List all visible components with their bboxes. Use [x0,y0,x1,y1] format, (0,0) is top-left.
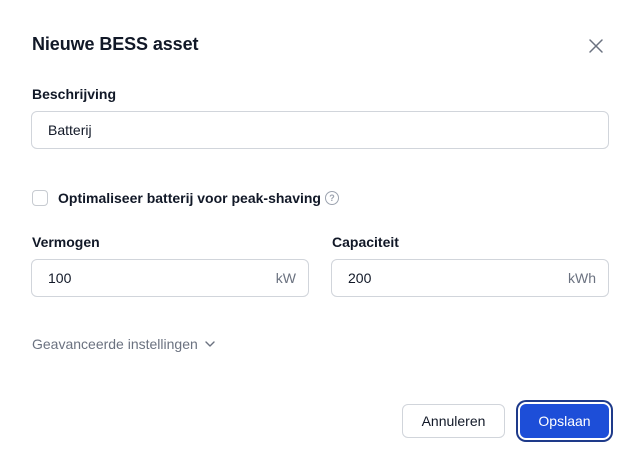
description-input[interactable]: Batterij [31,111,609,149]
advanced-settings-label: Geavanceerde instellingen [32,336,198,352]
description-label: Beschrijving [32,86,117,102]
capacity-value: 200 [348,270,372,286]
power-label: Vermogen [32,234,100,250]
capacity-label: Capaciteit [332,234,399,250]
capacity-input[interactable]: 200 kWh [331,259,609,297]
dialog-title: Nieuwe BESS asset [32,34,199,54]
question-circle-icon[interactable]: ? [324,191,339,205]
power-value: 100 [48,270,72,286]
save-button[interactable]: Opslaan [520,404,609,438]
peak-shaving-checkbox[interactable] [32,190,48,206]
close-icon [589,39,603,53]
advanced-settings-toggle[interactable]: Geavanceerde instellingen [32,336,216,352]
capacity-unit: kWh [568,270,596,286]
description-value: Batterij [48,122,92,138]
peak-shaving-label[interactable]: Optimaliseer batterij voor peak-shaving [58,190,321,206]
chevron-down-icon [205,341,215,347]
new-bess-asset-dialog: Nieuwe BESS asset Beschrijving Batterij … [0,0,640,470]
power-unit: kW [275,270,296,286]
close-button[interactable] [584,34,608,58]
peak-shaving-row: Optimaliseer batterij voor peak-shaving … [32,188,339,208]
power-input[interactable]: 100 kW [31,259,309,297]
cancel-button[interactable]: Annuleren [402,404,505,438]
